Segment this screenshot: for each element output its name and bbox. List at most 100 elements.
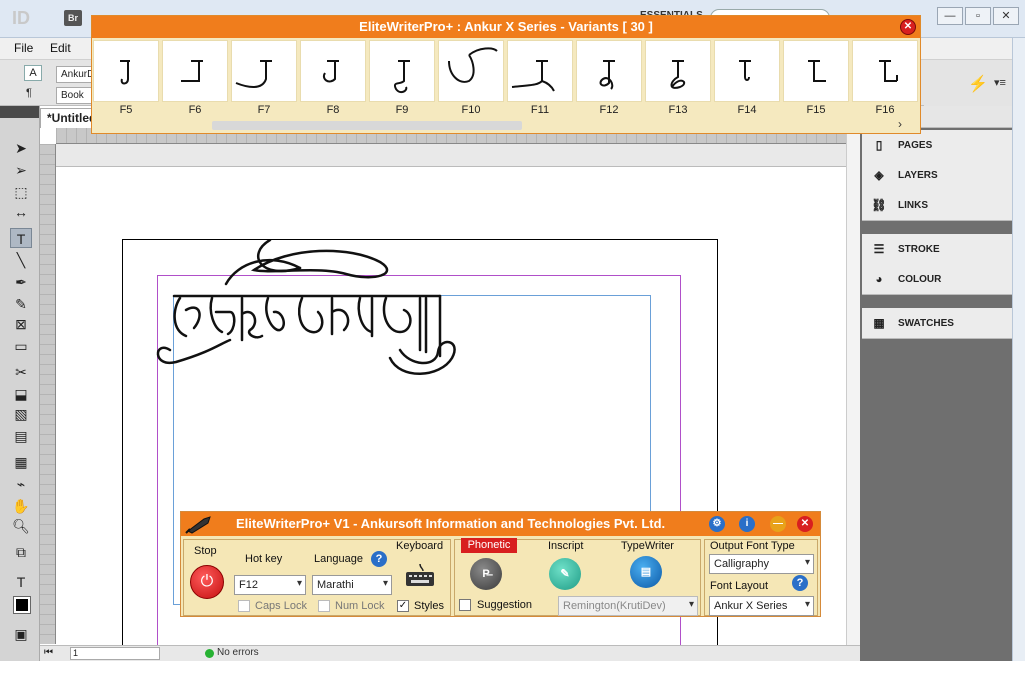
pencil-tool-icon[interactable]: ✎: [10, 294, 32, 314]
font-family-field[interactable]: AnkurD: [56, 66, 96, 83]
gradient-feather-tool-icon[interactable]: ▤: [10, 426, 32, 446]
selection-tool-icon[interactable]: ➤: [10, 138, 32, 158]
page-tool-icon[interactable]: ⬚: [10, 182, 32, 202]
vertical-ruler[interactable]: [40, 144, 56, 644]
calligraphy-text-graphic[interactable]: [150, 240, 470, 385]
preflight-status-text[interactable]: No errors: [217, 647, 259, 658]
menu-file[interactable]: File: [14, 41, 33, 55]
font-layout-help-icon[interactable]: ?: [792, 575, 808, 591]
minimize-button[interactable]: —: [937, 7, 963, 25]
variant-item[interactable]: F6: [162, 40, 228, 120]
variant-item[interactable]: F11: [507, 40, 573, 120]
minimize-panel-icon[interactable]: —: [770, 516, 786, 532]
page-number-field[interactable]: 1: [70, 647, 160, 660]
links-panel-button[interactable]: ⛓ LINKS: [862, 190, 1012, 220]
variant-item[interactable]: F7: [231, 40, 297, 120]
bridge-button[interactable]: Br: [64, 10, 82, 26]
typewriter-mode-button[interactable]: ▤: [630, 556, 662, 588]
variant-item[interactable]: F12: [576, 40, 642, 120]
note-tool-icon[interactable]: ▦: [10, 452, 32, 472]
stop-label: Stop: [194, 545, 217, 557]
variant-item[interactable]: F5: [93, 40, 159, 120]
lightning-icon[interactable]: ⚡: [968, 74, 988, 94]
variant-item[interactable]: F8: [300, 40, 366, 120]
typewriter-label: TypeWriter: [621, 540, 674, 552]
variant-item[interactable]: F14: [714, 40, 780, 120]
variant-item[interactable]: F16: [852, 40, 918, 120]
maximize-button[interactable]: ▫: [965, 7, 991, 25]
menu-edit[interactable]: Edit: [50, 41, 71, 55]
zoom-tool-icon[interactable]: 🔍︎: [10, 516, 32, 536]
fill-color-swatch[interactable]: [13, 596, 31, 614]
inscript-mode-button[interactable]: ✎: [549, 558, 581, 590]
colour-panel-button[interactable]: ◕ COLOUR: [862, 264, 1012, 294]
vertical-scrollbar[interactable]: [846, 128, 860, 646]
settings-gear-icon[interactable]: ⚙: [709, 516, 725, 532]
first-page-icon[interactable]: ⏮: [44, 647, 53, 658]
variants-scrollbar[interactable]: [202, 120, 902, 131]
variant-glyph: [599, 60, 615, 90]
variant-glyph: [808, 60, 826, 82]
paragraph-formatting-icon[interactable]: ¶: [26, 87, 32, 99]
caps-lock-checkbox[interactable]: [238, 600, 250, 612]
num-lock-checkbox[interactable]: [318, 600, 330, 612]
stop-power-button[interactable]: ⏻: [190, 565, 224, 599]
scissors-tool-icon[interactable]: ✂: [10, 362, 32, 382]
variants-scroll-right-icon[interactable]: ›: [898, 117, 902, 131]
language-help-icon[interactable]: ?: [371, 551, 387, 567]
rectangle-frame-tool-icon[interactable]: ⊠: [10, 314, 32, 334]
free-transform-tool-icon[interactable]: ⬓: [10, 384, 32, 404]
character-formatting-icon[interactable]: A: [24, 65, 42, 81]
language-dropdown[interactable]: Marathi ▾: [312, 575, 392, 595]
variant-key: F8: [326, 104, 340, 116]
close-window-button[interactable]: ✕: [993, 7, 1019, 25]
app-logo: ID: [12, 8, 30, 28]
variant-key: F6: [188, 104, 202, 116]
fill-stroke-icon[interactable]: ⧉: [10, 542, 32, 562]
panel-menu-icon[interactable]: ▾≡: [994, 76, 1006, 89]
variant-item[interactable]: F10: [438, 40, 504, 120]
font-layout-dropdown[interactable]: Ankur X Series ▾: [709, 596, 814, 616]
swatches-icon: ▦: [873, 316, 885, 330]
panel-group-stroke: ☰ STROKE ◕ COLOUR: [862, 234, 1012, 295]
eyedropper-tool-icon[interactable]: ⌁: [10, 474, 32, 494]
type-tool-icon[interactable]: T: [10, 228, 32, 248]
close-panel-icon[interactable]: ✕: [797, 516, 813, 532]
line-tool-icon[interactable]: ╲: [10, 250, 32, 270]
font-style-field[interactable]: Book: [56, 87, 96, 104]
phonetic-tab[interactable]: Phonetic: [461, 538, 517, 553]
output-font-type-value: Calligraphy: [714, 558, 770, 570]
gap-tool-icon[interactable]: ↔: [10, 202, 32, 222]
suggestion-checkbox[interactable]: [459, 599, 471, 611]
variant-item[interactable]: F15: [783, 40, 849, 120]
styles-checkbox[interactable]: ✓: [397, 600, 409, 612]
variant-item[interactable]: F13: [645, 40, 711, 120]
panel-group-pages: ▯ PAGES ◈ LAYERS ⛓ LINKS: [862, 130, 1012, 221]
document-statusbar: ⏮ 1 No errors: [40, 645, 860, 661]
variant-item[interactable]: F9: [369, 40, 435, 120]
stroke-panel-button[interactable]: ☰ STROKE: [862, 234, 1012, 264]
output-font-type-dropdown[interactable]: Calligraphy ▾: [709, 554, 814, 574]
pages-panel-button[interactable]: ▯ PAGES: [862, 130, 1012, 160]
hotkey-dropdown[interactable]: F12 ▾: [234, 575, 306, 595]
gradient-swatch-tool-icon[interactable]: ▧: [10, 404, 32, 424]
hand-tool-icon[interactable]: ✋: [10, 496, 32, 516]
pen-tool-icon[interactable]: ✒: [10, 272, 32, 292]
variants-close-icon[interactable]: ✕: [900, 19, 916, 35]
formatting-container-icon[interactable]: T: [10, 572, 32, 592]
num-lock-label: Num Lock: [335, 600, 385, 612]
variants-scroll-thumb[interactable]: [212, 121, 522, 130]
info-icon[interactable]: i: [739, 516, 755, 532]
keyboard-icon[interactable]: [405, 562, 435, 588]
layers-panel-button[interactable]: ◈ LAYERS: [862, 160, 1012, 190]
tools-panel-header: [0, 106, 39, 118]
rectangle-tool-icon[interactable]: ▭: [10, 336, 32, 356]
phonetic-mode-button[interactable]: P̶: [470, 558, 502, 590]
variant-key: F14: [737, 104, 757, 116]
screen-mode-icon[interactable]: ▣: [10, 624, 32, 644]
direct-selection-tool-icon[interactable]: ➢: [10, 160, 32, 180]
typewriter-layout-dropdown[interactable]: Remington(KrutiDev) ▾: [558, 596, 698, 616]
elitewriter-title-bar: EliteWriterPro+ V1 - Ankursoft Informati…: [181, 512, 820, 536]
language-value: Marathi: [317, 579, 354, 591]
swatches-panel-button[interactable]: ▦ SWATCHES: [862, 308, 1012, 338]
